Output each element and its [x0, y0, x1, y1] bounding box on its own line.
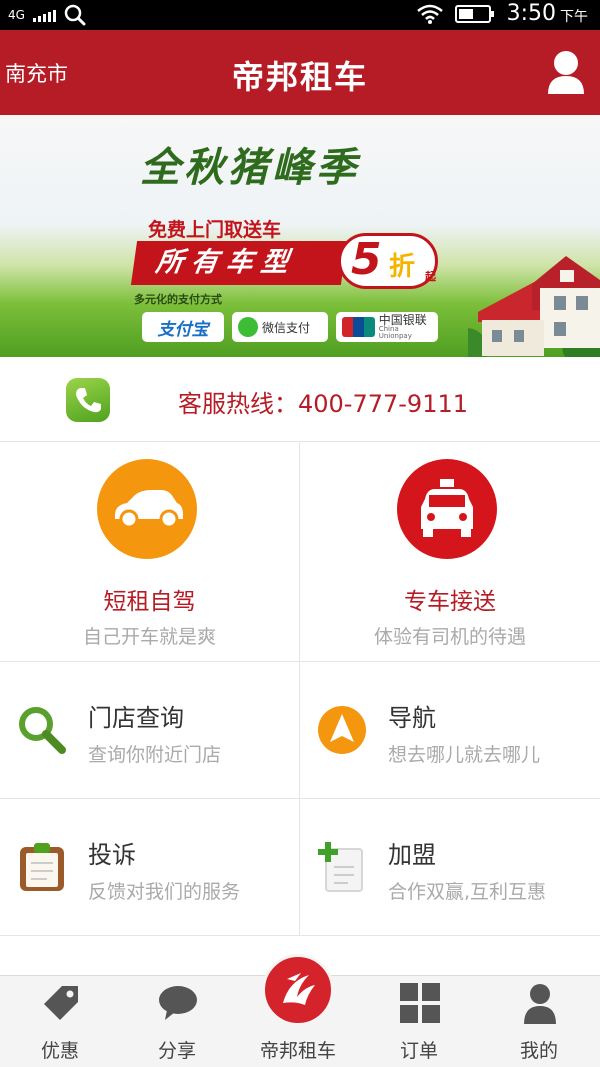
- app-header: 南充市 帝邦租车: [0, 30, 600, 115]
- banner-promo-main: 所有车型: [130, 241, 348, 285]
- nav-label: 帝邦租车: [259, 1040, 336, 1062]
- grid-icon: [400, 983, 440, 1023]
- service-self-drive[interactable]: 短租自驾 自己开车就是爽: [0, 442, 300, 662]
- tag-icon: [44, 986, 78, 1020]
- network-type: 4G: [8, 8, 25, 22]
- feature-store-search[interactable]: 门店查询 查询你附近门店: [0, 662, 300, 799]
- nav-label: 分享: [157, 1040, 196, 1062]
- house-illustration: [468, 256, 600, 357]
- discount-text: 折: [389, 252, 416, 282]
- discount-number: 5: [351, 234, 382, 285]
- banner-slogan: 全秋猪峰季: [140, 144, 360, 191]
- wifi-icon: [416, 4, 443, 24]
- page-title: 帝邦租车: [231, 58, 368, 96]
- chat-bubble-icon: [159, 986, 197, 1020]
- feature-title: 加盟: [388, 841, 436, 869]
- unionpay-text: 中国银联 China Unionpay: [379, 314, 432, 340]
- person-icon: [524, 984, 556, 1024]
- payment-methods-title: 多元化的支付方式: [134, 293, 222, 306]
- search-icon[interactable]: [64, 4, 86, 26]
- feature-franchise[interactable]: 加盟 合作双赢,互利互惠: [300, 799, 600, 936]
- banner-promo-top: 免费上门取送车: [148, 219, 282, 241]
- discount-badge: 5 折 起: [338, 233, 438, 289]
- unionpay-badge: 中国银联 China Unionpay: [336, 312, 438, 342]
- feature-subtitle: 想去哪儿就去哪儿: [388, 744, 541, 766]
- wechat-icon: [238, 317, 258, 337]
- status-right: 3:50 下午: [416, 1, 588, 26]
- feature-title: 导航: [388, 704, 436, 732]
- nav-orders[interactable]: 订单: [359, 976, 479, 1067]
- feature-navigation[interactable]: 导航 想去哪儿就去哪儿: [300, 662, 600, 799]
- navigation-compass-icon: [318, 706, 366, 754]
- wechat-pay-badge: 微信支付: [232, 312, 328, 342]
- add-document-icon: [318, 842, 363, 892]
- alipay-label: 支付宝: [157, 319, 209, 340]
- hotline-bar[interactable]: 客服热线：400-777-9111: [0, 357, 600, 442]
- alipay-badge: 支付宝: [142, 312, 224, 342]
- feature-subtitle: 反馈对我们的服务: [88, 881, 241, 903]
- wechat-pay-label: 微信支付: [262, 320, 311, 335]
- promo-banner[interactable]: 全秋猪峰季 免费上门取送车 所有车型 5 折 起 多元化的支付方式 支付宝 微信…: [0, 115, 600, 357]
- user-profile-icon[interactable]: [546, 48, 586, 96]
- service-title: 短租自驾: [103, 589, 196, 615]
- nav-label: 优惠: [40, 1040, 79, 1062]
- unionpay-label-en: China Unionpay: [378, 325, 412, 340]
- clipboard-icon: [20, 843, 64, 891]
- hotline-label: 客服热线：400-777-9111: [178, 390, 469, 418]
- feature-subtitle: 合作双赢,互利互惠: [388, 881, 547, 903]
- nav-deals[interactable]: 优惠: [0, 976, 120, 1067]
- battery-icon: [454, 4, 494, 23]
- car-icon: [97, 459, 197, 559]
- feature-title: 投诉: [88, 841, 136, 869]
- service-subtitle: 体验有司机的待遇: [373, 626, 526, 648]
- feature-subtitle: 查询你附近门店: [88, 744, 222, 766]
- signal-icon: [32, 8, 56, 22]
- clock-ampm: 下午: [560, 8, 588, 25]
- brand-logo-icon[interactable]: [262, 954, 334, 1026]
- service-title: 专车接送: [404, 589, 496, 615]
- nav-share[interactable]: 分享: [117, 976, 237, 1067]
- clock: 3:50: [506, 1, 556, 26]
- nav-label: 我的: [519, 1040, 558, 1062]
- service-subtitle: 自己开车就是爽: [82, 626, 216, 648]
- feature-complaint[interactable]: 投诉 反馈对我们的服务: [0, 799, 300, 936]
- nav-label: 订单: [399, 1040, 438, 1062]
- taxi-icon: [397, 459, 497, 559]
- nav-mine[interactable]: 我的: [479, 976, 599, 1067]
- feature-title: 门店查询: [88, 704, 184, 732]
- discount-sub: 起: [425, 270, 436, 283]
- status-left: 4G: [8, 4, 86, 26]
- unionpay-icon: [342, 317, 375, 337]
- service-chauffeur[interactable]: 专车接送 体验有司机的待遇: [300, 442, 600, 662]
- magnifier-icon: [19, 707, 66, 754]
- status-bar: 4G 3:50 下午: [0, 0, 600, 30]
- phone-icon: [66, 378, 110, 422]
